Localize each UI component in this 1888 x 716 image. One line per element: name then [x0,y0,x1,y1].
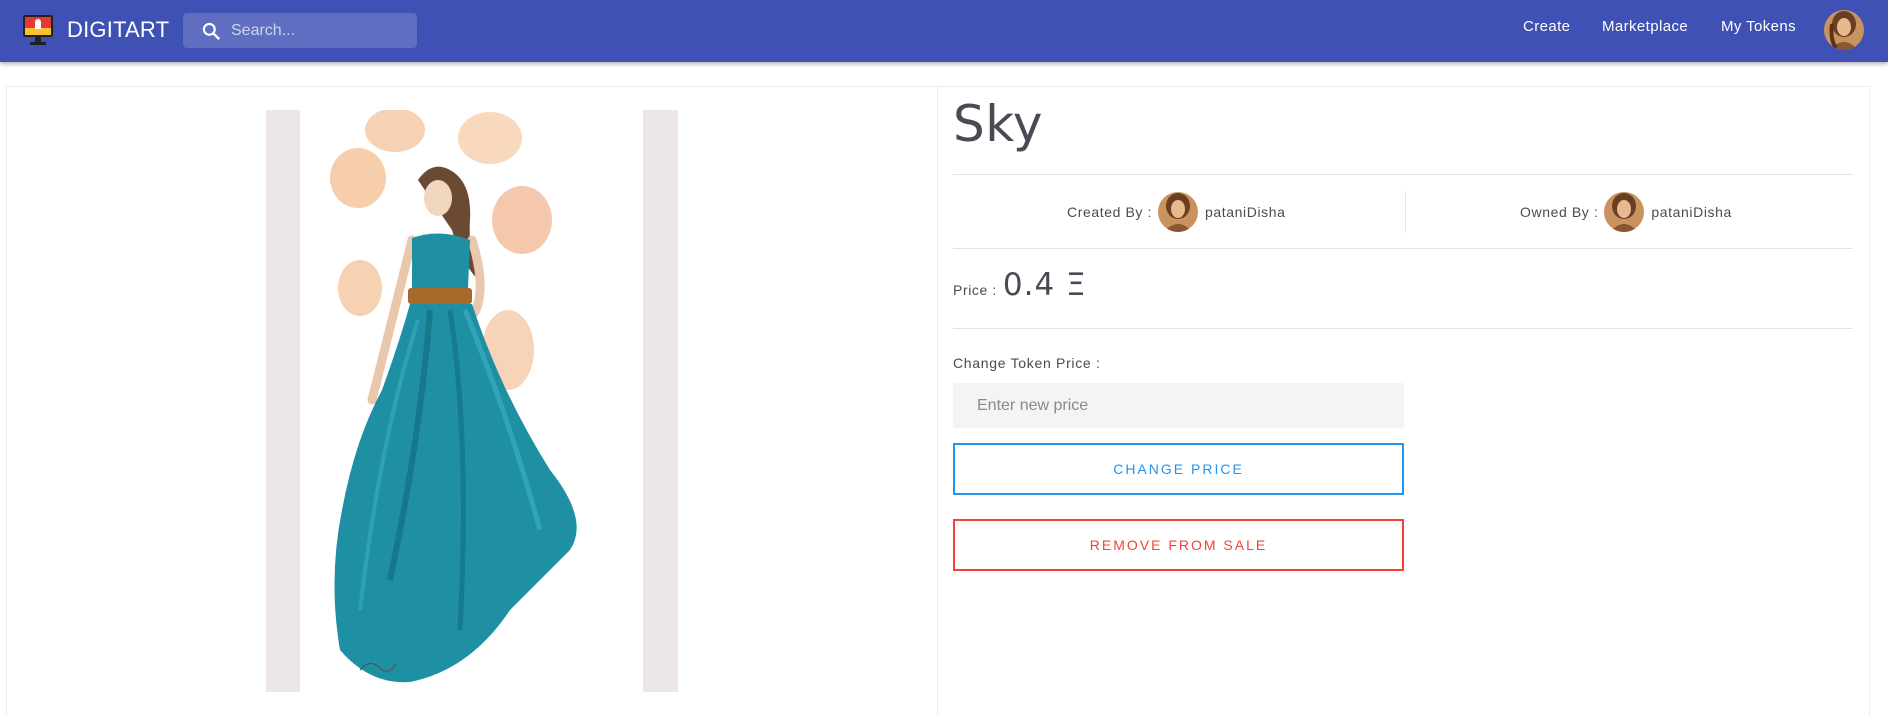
monitor-logo-icon [22,13,54,47]
nav-create[interactable]: Create [1523,18,1570,35]
artwork-frame [266,110,678,692]
price-label: Price : [953,282,997,298]
owned-by-label: Owned By : [1520,204,1599,220]
remove-from-sale-button[interactable]: REMOVE FROM SALE [953,519,1404,571]
brand-name: DIGITART [67,17,170,42]
divider [953,174,1853,175]
search-icon [202,22,220,40]
price-value: 0.4 Ξ [1002,267,1087,303]
created-by-label: Created By : [1067,204,1153,220]
creator-name[interactable]: pataniDisha [1205,204,1286,220]
artwork-image [300,110,643,692]
divider [953,248,1853,249]
search-box[interactable] [183,13,417,48]
price-row: Price : 0.4 Ξ [953,267,1087,303]
token-title: Sky [953,95,1044,153]
vertical-divider [1405,191,1406,233]
search-input[interactable] [231,21,411,40]
change-price-label: Change Token Price : [953,355,1101,371]
nav-marketplace[interactable]: Marketplace [1602,18,1688,35]
owned-by: Owned By : pataniDisha [1520,191,1732,233]
divider [953,328,1853,329]
change-price-button[interactable]: CHANGE PRICE [953,443,1404,495]
owner-avatar[interactable] [1604,192,1645,232]
app-bar: DIGITART Create Marketplace My Tokens [0,0,1888,62]
new-price-input[interactable] [953,383,1404,428]
nav-my-tokens[interactable]: My Tokens [1721,18,1796,35]
owner-name[interactable]: pataniDisha [1651,204,1732,220]
user-avatar[interactable] [1824,10,1864,50]
creator-avatar[interactable] [1158,192,1199,232]
token-details-panel: Sky Created By : pataniDisha Owned By : … [938,86,1870,716]
created-by: Created By : pataniDisha [1067,191,1286,233]
artwork-panel [6,86,938,716]
brand[interactable]: DIGITART [22,12,169,48]
